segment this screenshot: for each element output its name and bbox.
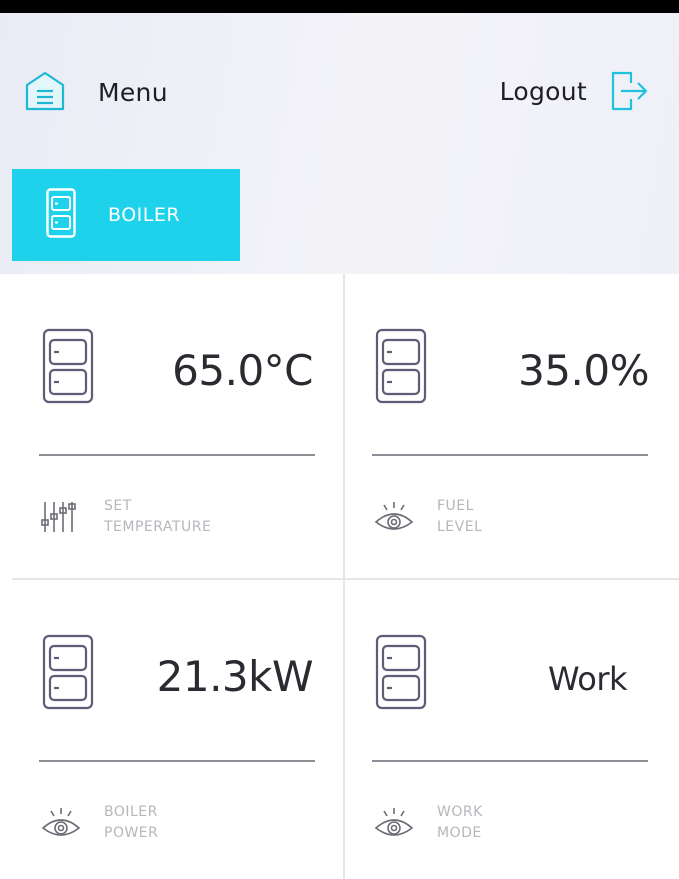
boiler-icon: [46, 188, 76, 242]
boiler-device-icon: [42, 634, 94, 714]
home-menu-icon: [25, 71, 65, 111]
tab-boiler-label: BOILER: [108, 204, 181, 226]
sliders-icon: [40, 500, 82, 538]
menu-label: Menu: [98, 77, 168, 107]
header: Menu Logout BOILER: [0, 13, 679, 274]
eye-icon: [373, 806, 415, 844]
grid-horizontal-divider: [12, 578, 679, 580]
tile-divider: [372, 454, 648, 456]
tile-divider: [39, 760, 315, 762]
set-temperature-caption: SET TEMPERATURE: [104, 498, 212, 535]
logout-label: Logout: [499, 76, 587, 106]
tile-work-mode[interactable]: Work WORK MODE: [345, 580, 679, 879]
top-edge-bar: [0, 0, 679, 13]
work-mode-caption: WORK MODE: [437, 804, 483, 841]
set-temperature-value: 65.0°C: [172, 346, 313, 395]
fuel-level-value: 35.0%: [518, 346, 649, 395]
tile-divider: [372, 760, 648, 762]
boiler-power-value: 21.3kW: [156, 652, 314, 701]
logout-button[interactable]: Logout: [500, 69, 649, 113]
tile-set-temperature[interactable]: 65.0°C SET TEMPERATURE: [12, 274, 343, 578]
tab-boiler[interactable]: BOILER: [12, 169, 240, 261]
boiler-device-icon: [375, 634, 427, 714]
grid-vertical-divider: [343, 274, 345, 879]
boiler-device-icon: [375, 328, 427, 408]
eye-icon: [373, 500, 415, 538]
work-mode-value: Work: [547, 660, 628, 698]
tile-boiler-power[interactable]: 21.3kW BOILER POWER: [12, 580, 343, 879]
boiler-device-icon: [42, 328, 94, 408]
boiler-tiles-grid: 65.0°C SET TEMPERATURE 35.0% FUEL LEVEL …: [0, 274, 679, 879]
eye-icon: [40, 806, 82, 844]
logout-icon: [611, 71, 648, 111]
tile-fuel-level[interactable]: 35.0% FUEL LEVEL: [345, 274, 679, 578]
boiler-power-caption: BOILER POWER: [104, 804, 159, 841]
tile-divider: [39, 454, 315, 456]
menu-button[interactable]: Menu: [22, 69, 168, 115]
fuel-level-caption: FUEL LEVEL: [437, 498, 483, 535]
